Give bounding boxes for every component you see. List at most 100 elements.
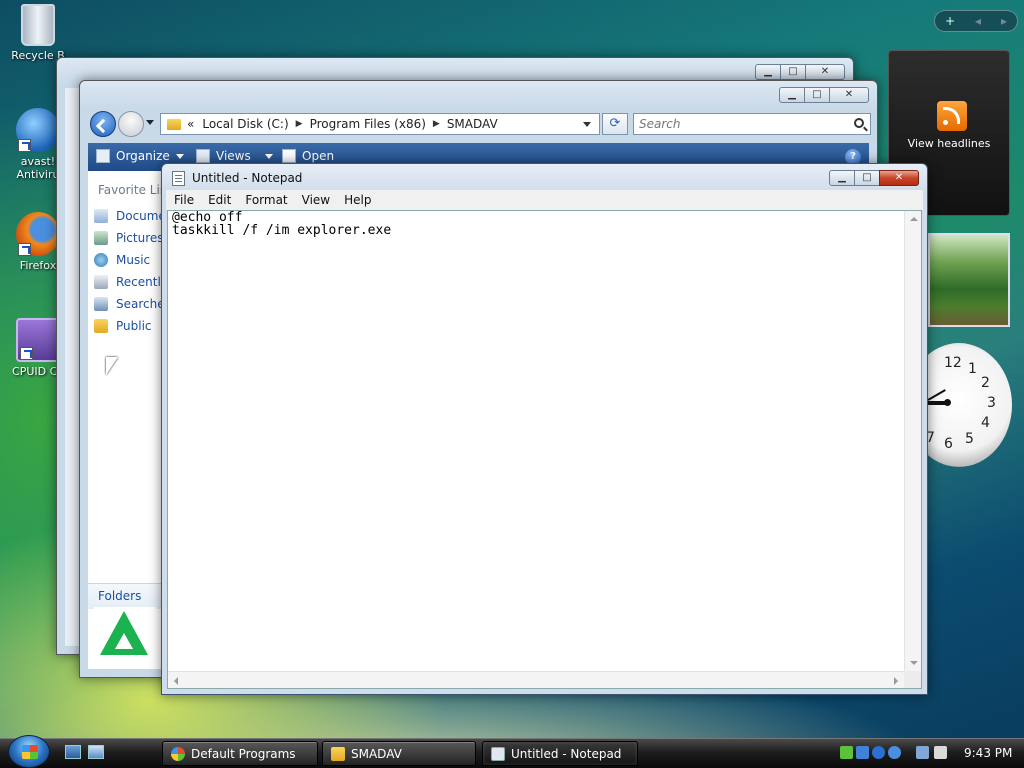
previous-button[interactable]: ◂ <box>975 14 981 28</box>
view-headlines-label: View headlines <box>907 137 991 150</box>
nav-link-public[interactable]: Public <box>94 317 152 335</box>
shortcut-arrow-icon <box>18 243 31 256</box>
views-button[interactable]: Views <box>196 149 273 163</box>
searches-icon <box>94 297 108 311</box>
add-gadget-button[interactable]: + <box>945 14 955 28</box>
horizontal-scrollbar[interactable] <box>168 671 904 688</box>
breadcrumb-smadav[interactable]: SMADAV <box>447 117 498 131</box>
bluetooth-icon[interactable] <box>872 746 885 759</box>
network-icon[interactable] <box>840 746 853 759</box>
refresh-button[interactable]: ⟳ <box>602 113 628 135</box>
start-button[interactable] <box>8 735 50 768</box>
breadcrumb-separator-icon[interactable]: ▶ <box>296 119 303 129</box>
organize-button[interactable]: Organize <box>96 149 184 163</box>
notepad-window[interactable]: Untitled - Notepad ▁ □ ✕ File Edit Forma… <box>161 163 928 695</box>
maximize-icon: □ <box>788 66 798 77</box>
taskbar-clock[interactable]: 9:43 PM <box>964 746 1012 760</box>
clock-center <box>944 399 951 406</box>
close-icon: ✕ <box>820 66 830 77</box>
rss-icon <box>937 101 967 131</box>
clock-number: 2 <box>981 375 990 391</box>
address-overflow[interactable]: « <box>187 117 194 131</box>
back-button[interactable] <box>90 111 116 137</box>
clock-number: 12 <box>944 355 962 371</box>
system-tray: 9:43 PM <box>838 741 1018 766</box>
nav-link-pictures[interactable]: Pictures <box>94 229 164 247</box>
scroll-left-icon[interactable] <box>174 677 178 685</box>
nav-link-music[interactable]: Music <box>94 251 150 269</box>
minimize-button[interactable]: ▁ <box>755 64 781 80</box>
search-input[interactable]: Search <box>633 113 871 135</box>
size-grip[interactable] <box>904 671 921 688</box>
next-button[interactable]: ▸ <box>1001 14 1007 28</box>
open-button[interactable]: Open <box>282 149 334 163</box>
clock-number: 4 <box>981 415 990 431</box>
avast-icon <box>16 108 60 152</box>
views-icon <box>196 149 210 163</box>
editor-content[interactable]: @echo off taskkill /f /im explorer.exe <box>172 211 391 237</box>
volume-muted-icon[interactable] <box>934 746 947 759</box>
close-icon: ✕ <box>844 89 854 100</box>
close-button[interactable]: ✕ <box>879 170 919 186</box>
taskbar-button-notepad[interactable]: Untitled - Notepad <box>482 741 638 766</box>
taskbar-button-label: SMADAV <box>351 746 402 761</box>
window-controls: ▁ □ ✕ <box>779 87 869 103</box>
monitor-icon[interactable] <box>916 746 929 759</box>
open-label: Open <box>302 149 335 163</box>
desktop-icon-recycle-bin[interactable]: Recycle B <box>2 4 74 62</box>
maximize-button[interactable]: □ <box>780 64 806 80</box>
menu-help[interactable]: Help <box>338 193 377 207</box>
folder-icon <box>167 118 181 130</box>
scroll-down-icon[interactable] <box>910 661 918 665</box>
menu-format[interactable]: Format <box>239 193 293 207</box>
nav-link-searches[interactable]: Searches <box>94 295 171 313</box>
security-icon[interactable] <box>856 746 869 759</box>
folder-icon <box>94 319 108 333</box>
avast-tray-icon[interactable] <box>888 746 901 759</box>
chevron-down-icon <box>175 153 184 159</box>
menu-view[interactable]: View <box>296 193 336 207</box>
slideshow-gadget[interactable] <box>928 233 1010 327</box>
smadav-logo[interactable] <box>94 607 156 661</box>
favorite-links-heading: Favorite Lin <box>98 183 168 197</box>
maximize-button[interactable]: □ <box>804 87 830 103</box>
minimize-button[interactable]: ▁ <box>779 87 805 103</box>
show-desktop-icon[interactable] <box>65 745 81 759</box>
minimize-button[interactable]: ▁ <box>829 170 855 186</box>
taskbar-button-smadav[interactable]: SMADAV <box>322 741 476 766</box>
address-bar[interactable]: « Local Disk (C:) ▶ Program Files (x86) … <box>160 113 600 135</box>
maximize-icon: □ <box>862 172 872 183</box>
scroll-up-icon[interactable] <box>910 217 918 221</box>
menu-bar: File Edit Format View Help <box>166 190 923 210</box>
address-dropdown-icon[interactable] <box>583 122 591 127</box>
nav-link-label: Docume <box>116 209 166 223</box>
menu-file[interactable]: File <box>168 193 200 207</box>
recent-pages-dropdown[interactable] <box>146 120 154 125</box>
nav-link-documents[interactable]: Docume <box>94 207 166 225</box>
breadcrumb-program-files[interactable]: Program Files (x86) <box>310 117 426 131</box>
pictures-icon <box>94 231 108 245</box>
menu-edit[interactable]: Edit <box>202 193 237 207</box>
taskbar-button-default-programs[interactable]: Default Programs <box>162 741 318 766</box>
breadcrumb-separator-icon[interactable]: ▶ <box>433 119 440 129</box>
breadcrumb-local-disk[interactable]: Local Disk (C:) <box>202 117 288 131</box>
close-button[interactable]: ✕ <box>805 64 845 80</box>
vertical-scrollbar[interactable] <box>904 211 921 671</box>
forward-button[interactable] <box>118 111 144 137</box>
scroll-right-icon[interactable] <box>894 677 898 685</box>
shortcut-arrow-icon <box>20 347 33 360</box>
search-icon[interactable] <box>854 118 864 128</box>
nav-link-recently-changed[interactable]: Recently <box>94 273 168 291</box>
clock-number: 5 <box>965 431 974 447</box>
mouse-cursor-icon <box>106 357 118 375</box>
maximize-button[interactable]: □ <box>854 170 880 186</box>
switch-windows-icon[interactable] <box>88 745 104 759</box>
folders-toggle[interactable]: Folders <box>88 583 171 609</box>
taskbar-button-label: Default Programs <box>191 746 296 761</box>
close-button[interactable]: ✕ <box>829 87 869 103</box>
smadav-triangle-inner <box>115 633 133 649</box>
text-editor[interactable]: @echo off taskkill /f /im explorer.exe <box>167 210 922 689</box>
music-icon <box>94 253 108 267</box>
clock-number: 3 <box>987 395 996 411</box>
shortcut-arrow-icon <box>18 139 31 152</box>
